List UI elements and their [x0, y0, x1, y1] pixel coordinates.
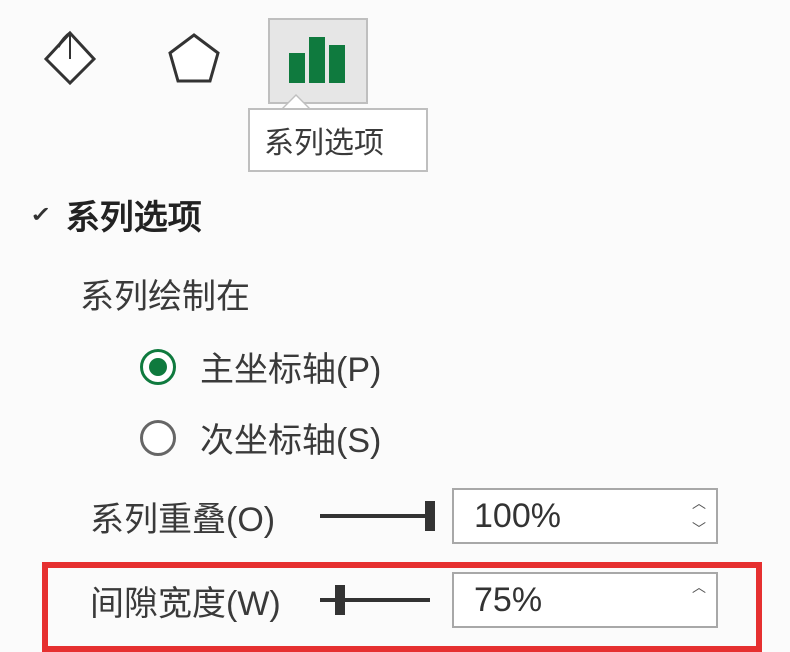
series-overlap-input[interactable]: 100% ︿ ﹀: [452, 488, 718, 544]
gap-width-slider[interactable]: [320, 582, 430, 618]
pentagon-icon: [166, 31, 222, 92]
radio-primary-axis[interactable]: 主坐标轴(P): [140, 342, 760, 391]
series-overlap-value: 100%: [454, 497, 692, 536]
spin-up-icon[interactable]: ︿: [692, 580, 706, 594]
gap-width-value: 75%: [454, 581, 692, 620]
radio-primary-label: 主坐标轴(P): [200, 342, 381, 391]
gap-width-input[interactable]: 75% ︿ ﹀: [452, 572, 718, 628]
tab-effects[interactable]: [144, 18, 244, 104]
radio-icon: [140, 349, 176, 385]
series-overlap-label: 系列重叠(O): [90, 492, 320, 541]
series-overlap-slider[interactable]: [320, 498, 430, 534]
bar-chart-icon: [287, 31, 349, 92]
tab-series-options[interactable]: [268, 18, 368, 104]
section-title: 系列选项: [66, 190, 202, 239]
radio-secondary-axis[interactable]: 次坐标轴(S): [140, 413, 760, 462]
spin-up-icon[interactable]: ︿: [692, 496, 706, 510]
spin-down-icon[interactable]: ﹀: [692, 522, 706, 536]
chevron-down-icon: ✓: [30, 202, 52, 227]
radio-icon: [140, 420, 176, 456]
radio-secondary-label: 次坐标轴(S): [200, 413, 381, 462]
paint-bucket-icon: [40, 29, 100, 94]
section-header[interactable]: ✓ 系列选项: [30, 190, 760, 239]
tab-tooltip: 系列选项: [248, 108, 428, 172]
gap-width-label: 间隙宽度(W): [90, 576, 320, 625]
tooltip-label: 系列选项: [248, 108, 428, 172]
tab-fill-line[interactable]: [20, 18, 120, 104]
plot-on-label: 系列绘制在: [80, 269, 760, 318]
